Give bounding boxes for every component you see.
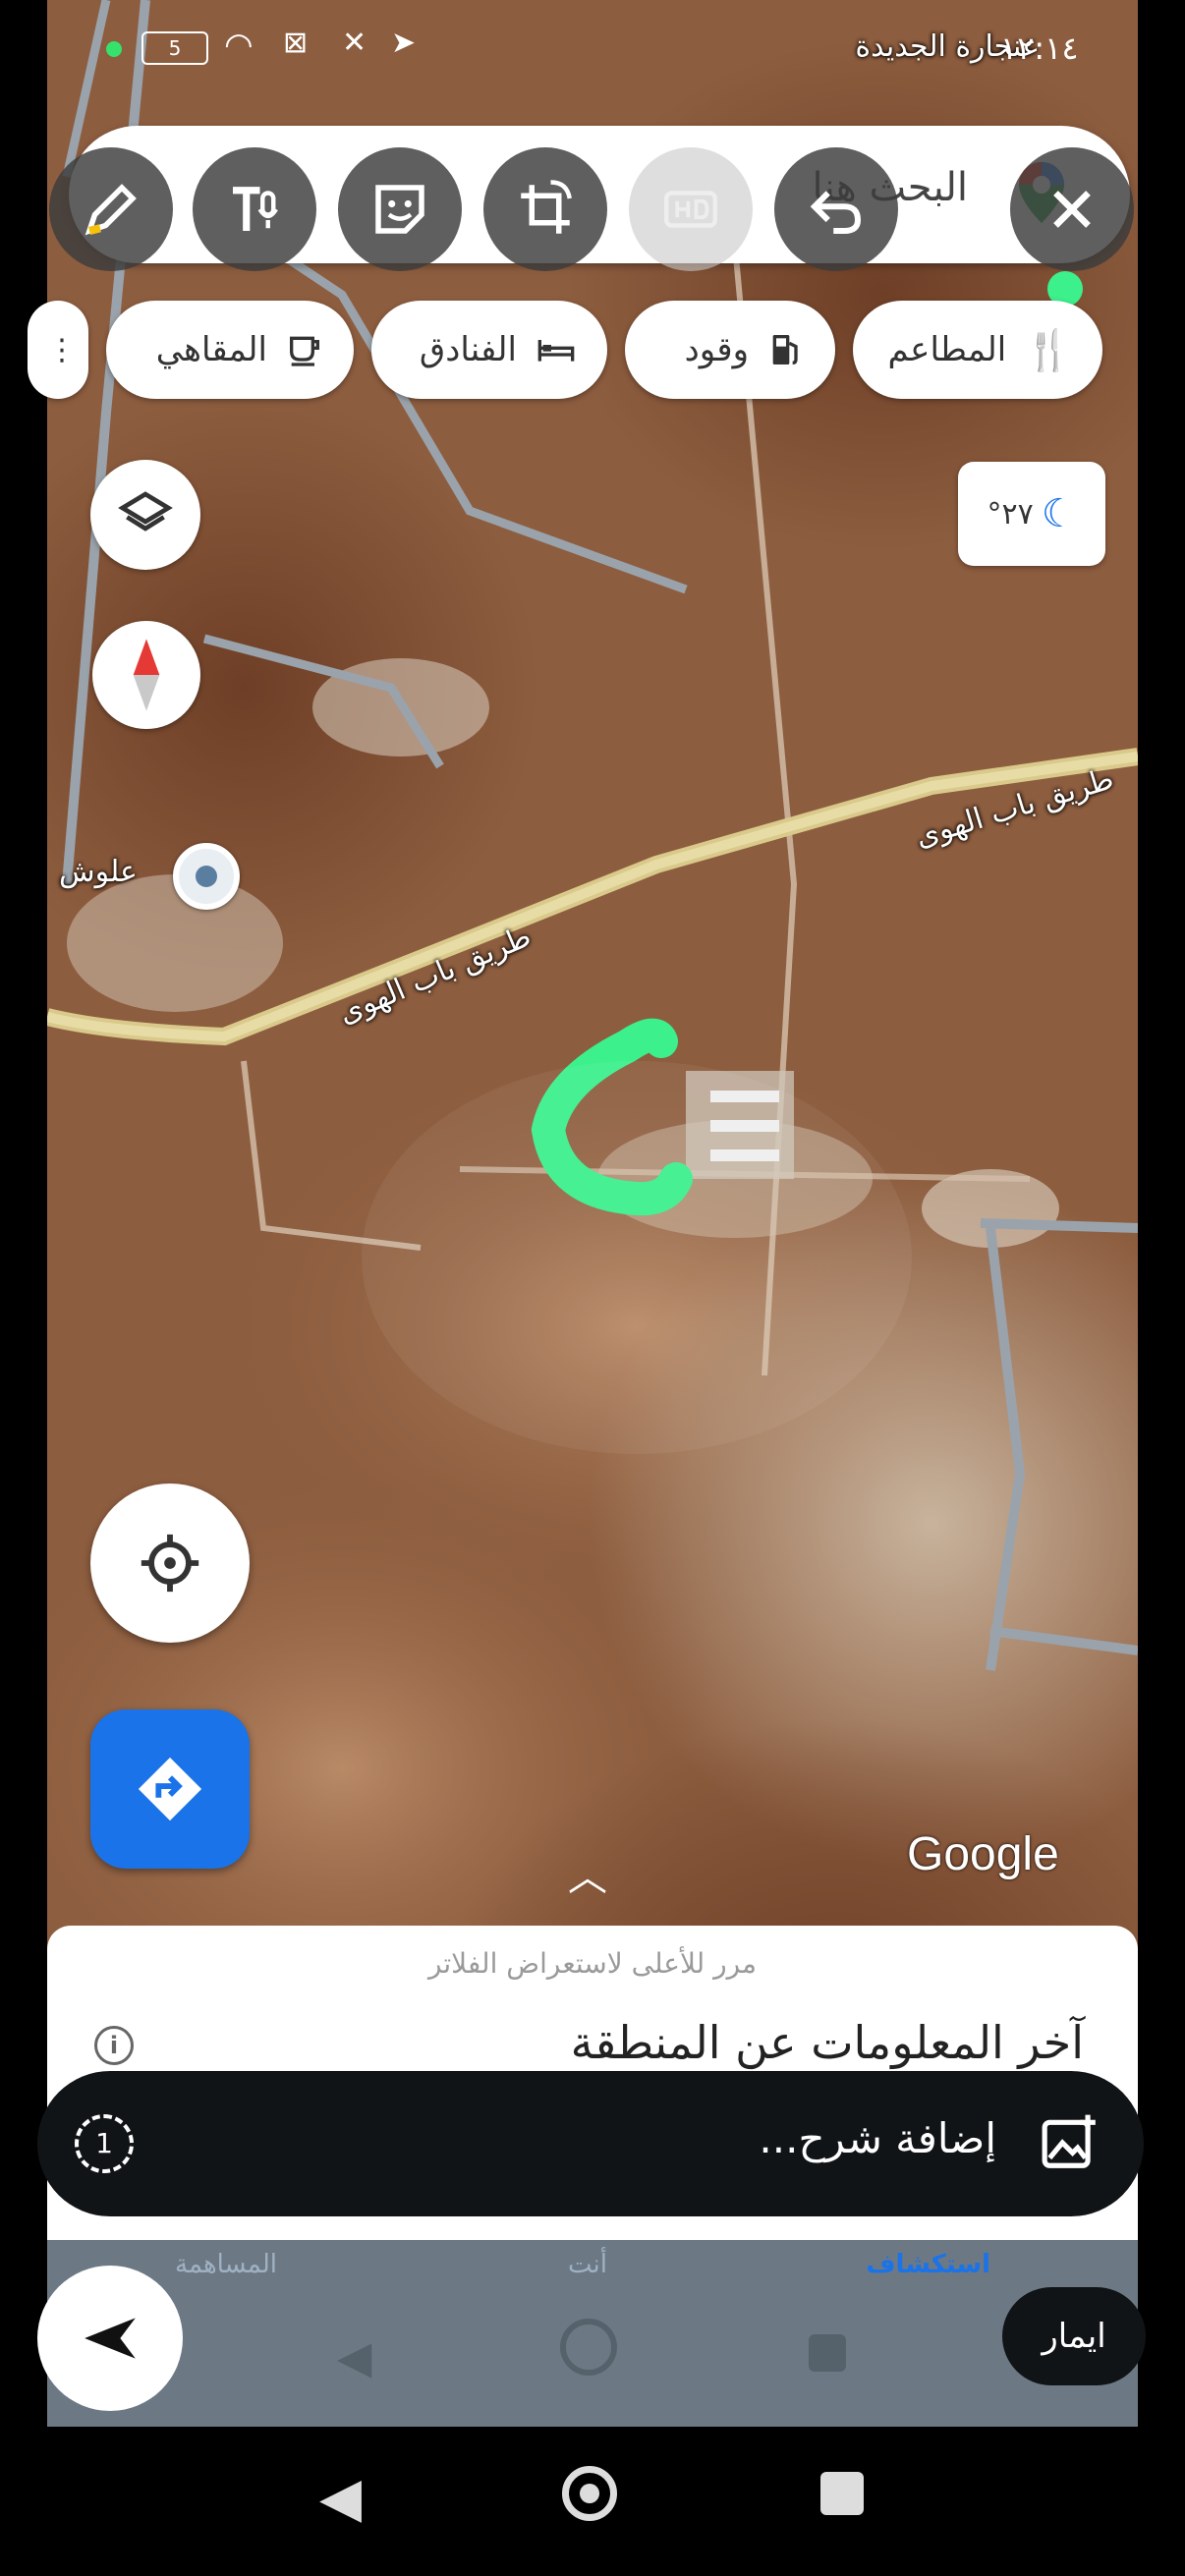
crop-rotate-icon — [521, 180, 572, 234]
bed-icon — [537, 340, 575, 362]
directions-icon — [138, 1757, 202, 1821]
system-nav-bar: ◀ — [0, 2427, 1185, 2576]
status-bar: 5 ◠ ⊠ ✕ ➤ ١٢:١٤ — [47, 0, 1138, 69]
sticker-icon — [375, 185, 424, 234]
undo-icon — [810, 191, 862, 235]
moon-icon: ☾ — [1041, 491, 1077, 536]
chip-label: المطاعم — [887, 330, 1007, 369]
battery-icon: 5 — [141, 31, 208, 65]
sticker-tool-button[interactable] — [338, 147, 462, 271]
home-nav-icon[interactable] — [562, 2466, 617, 2521]
compass-icon — [133, 639, 160, 711]
crosshair-icon — [141, 1534, 199, 1593]
nav-you[interactable]: أنت — [568, 2250, 607, 2279]
recipient-chip[interactable]: ايمار — [1002, 2287, 1146, 2385]
compass-button[interactable] — [92, 621, 200, 729]
undo-button[interactable] — [774, 147, 898, 271]
hd-icon — [664, 191, 717, 228]
chip-label: المقاهي — [155, 330, 267, 369]
weather-chip[interactable]: ☾ ٢٧° — [958, 462, 1105, 566]
fork-knife-icon: 🍴 — [1024, 327, 1073, 373]
battery-level: 5 — [168, 36, 182, 60]
sheet-hint: مرر للأعلى لاستعراض الفلاتر — [427, 1947, 758, 1980]
view-once-timer-icon[interactable]: 1 — [75, 2114, 134, 2173]
chip-restaurants[interactable]: 🍴 المطاعم — [853, 301, 1102, 399]
text-icon — [233, 187, 278, 231]
back-nav-icon[interactable]: ◀ — [319, 2466, 362, 2530]
nav-explore[interactable]: استكشاف — [866, 2250, 990, 2279]
add-image-icon[interactable] — [1040, 2112, 1100, 2173]
caption-bar[interactable]: 1 إضافة شرح... — [37, 2071, 1144, 2216]
send-button[interactable] — [37, 2266, 183, 2411]
hd-toggle-button[interactable] — [629, 147, 753, 271]
pen-tool-button[interactable] — [49, 147, 173, 271]
place-pin-icon[interactable] — [173, 843, 240, 910]
chip-label: وقود — [684, 330, 749, 369]
chip-more[interactable]: ⋮ — [28, 301, 88, 399]
sim-off-icon: ⊠ — [283, 26, 309, 60]
close-icon — [1053, 191, 1091, 228]
clock: ١٢:١٤ — [1000, 29, 1079, 67]
caption-input[interactable]: إضافة شرح... — [759, 2114, 996, 2162]
chip-cafes[interactable]: المقاهي — [106, 301, 354, 399]
nav-contribute[interactable]: المساهمة — [175, 2250, 277, 2279]
coffee-cup-icon — [290, 336, 319, 366]
text-tool-button[interactable] — [193, 147, 316, 271]
send-icon — [85, 2318, 136, 2359]
inner-home-icon — [560, 2319, 617, 2376]
info-icon[interactable]: i — [94, 2026, 134, 2065]
chip-label: الفنادق — [419, 330, 517, 369]
sheet-title: آخر المعلومات عن المنطقة — [570, 2016, 1084, 2069]
location-arrow-icon: ➤ — [391, 26, 417, 60]
crop-tool-button[interactable] — [483, 147, 607, 271]
chip-partial-icon: ⋮ — [47, 332, 77, 367]
inner-recents-icon — [809, 2334, 846, 2372]
pencil-icon — [85, 184, 137, 236]
layers-button[interactable] — [90, 460, 200, 570]
fuel-pump-icon — [772, 335, 798, 364]
close-editor-button[interactable] — [1010, 147, 1134, 271]
weather-temp: ٢٧° — [987, 496, 1034, 532]
wifi-icon: ◠ — [224, 26, 254, 65]
my-location-button[interactable] — [90, 1484, 250, 1643]
timer-label: 1 — [95, 2127, 113, 2159]
maps-bottom-nav: استكشاف أنت المساهمة ◀ — [47, 2240, 1138, 2427]
directions-button[interactable] — [90, 1709, 250, 1869]
layers-icon — [118, 491, 173, 532]
recording-dot-icon — [106, 41, 122, 57]
mute-icon: ✕ — [342, 26, 367, 60]
chevron-up-icon[interactable]: ︿ — [568, 1845, 607, 1902]
inner-back-icon: ◀ — [337, 2330, 372, 2383]
chip-hotels[interactable]: الفنادق — [371, 301, 607, 399]
pin-label: علوش — [59, 855, 138, 889]
chip-fuel[interactable]: وقود — [625, 301, 835, 399]
recents-nav-icon[interactable] — [820, 2472, 864, 2515]
google-watermark: Google — [907, 1828, 1059, 1880]
